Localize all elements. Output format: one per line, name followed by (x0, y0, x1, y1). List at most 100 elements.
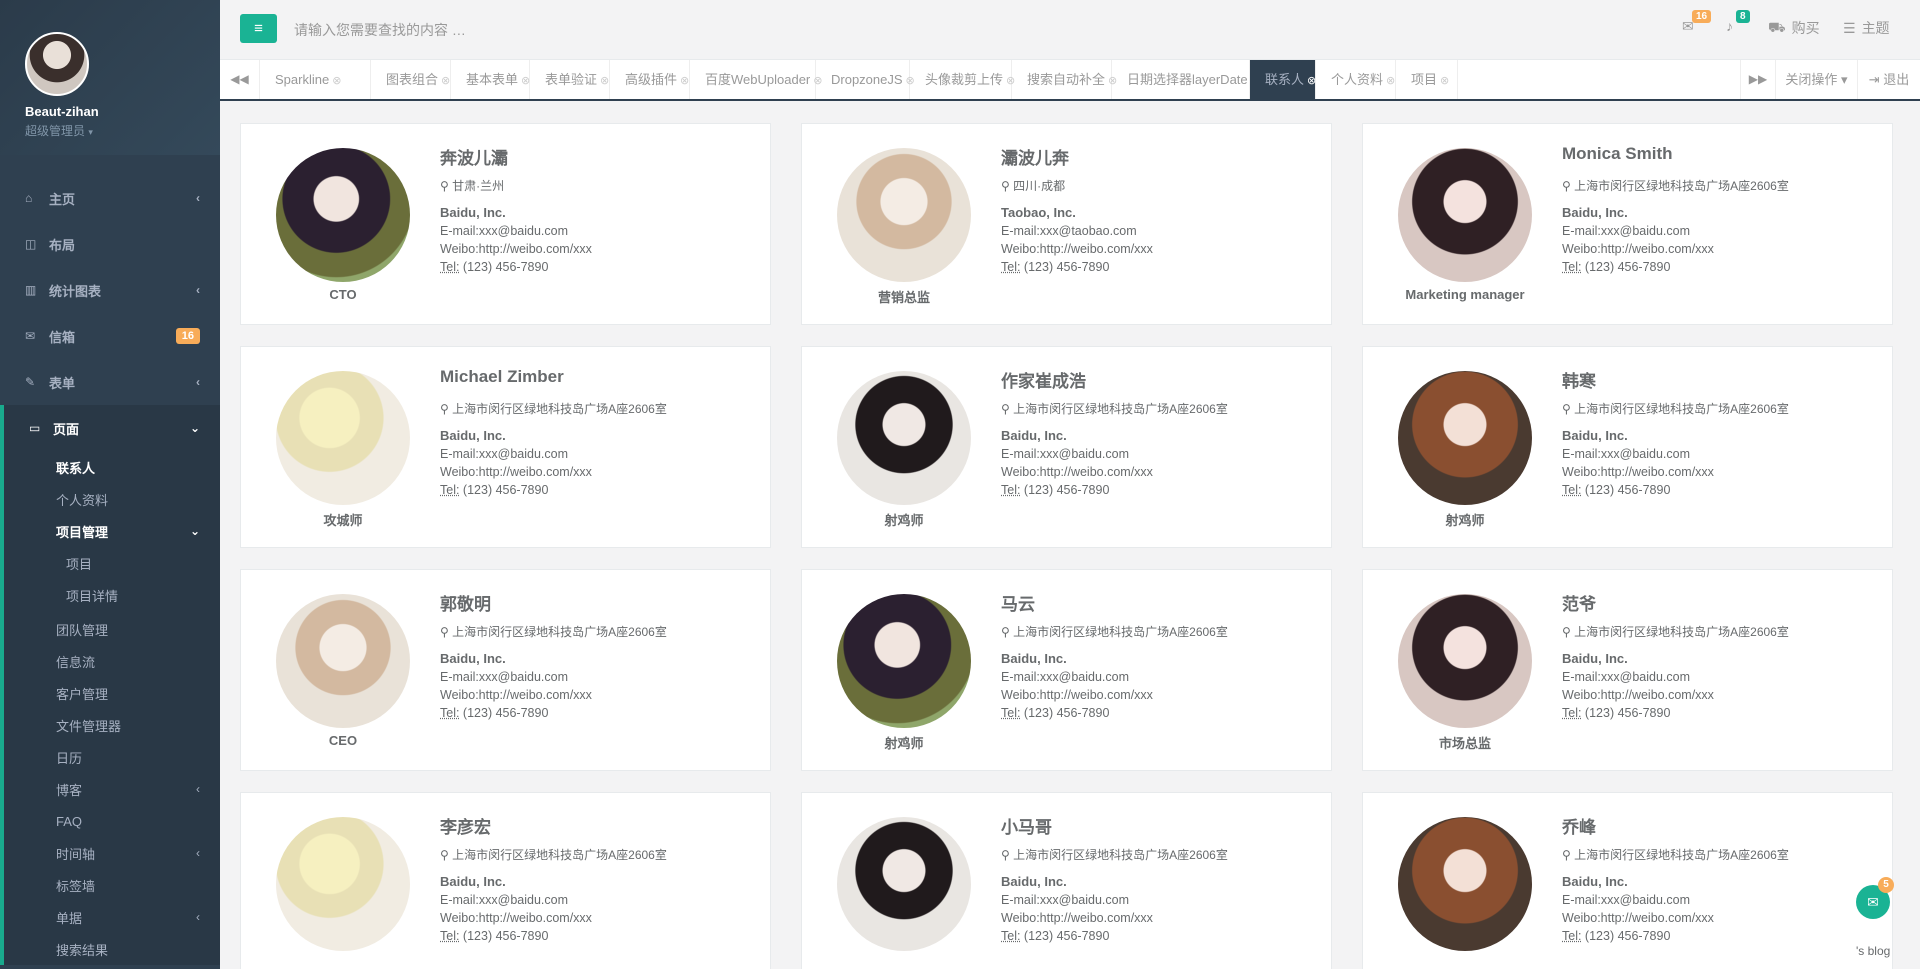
sidebar-item-faq[interactable]: FAQ (4, 805, 220, 837)
tab-label: 图表组合 (386, 72, 439, 87)
sidebar-item-invoice[interactable]: 单据 ‹ (4, 901, 220, 933)
contact-name: Michael Zimber (440, 367, 564, 386)
chevron-left-icon: ‹ (196, 910, 200, 924)
theme-button[interactable]: ☰ 主题 (1843, 18, 1890, 38)
mail-button[interactable]: ✉ 16 (1682, 10, 1712, 35)
contact-card[interactable]: 市场总监 范爷 ⚲ 上海市闵行区绿地科技岛广场A座2606室 Baidu, Inc. E… (1362, 569, 1893, 771)
profile-role-dropdown[interactable]: 超级管理员 ▾ (25, 122, 220, 139)
close-icon[interactable]: ⊗ (332, 75, 341, 87)
contact-card[interactable]: CTO 奔波儿灞 ⚲ 甘肃·兰州 Baidu, Inc. E-mail:xxx@baid… (240, 123, 771, 325)
chat-icon: ✉ (1867, 894, 1879, 910)
tel-label: Tel: (440, 483, 460, 497)
close-operations-dropdown[interactable]: 关闭操作 ▾ (1775, 60, 1857, 99)
contact-card[interactable]: Marketing manager Monica Smith ⚲ 上海市闵行区绿地科… (1362, 123, 1893, 325)
tab-1[interactable]: 图表组合 ⊗ (371, 60, 451, 99)
sidebar-item-label: 单据 (56, 910, 83, 926)
contact-card[interactable]: 李彦宏 ⚲ 上海市闵行区绿地科技岛广场A座2606室 Baidu, Inc. E-ma… (240, 792, 771, 969)
close-icon[interactable]: ⊗ (441, 75, 450, 87)
sidebar-item-tag-wall[interactable]: 标签墙 (4, 869, 220, 901)
close-icon[interactable]: ⊗ (521, 75, 530, 87)
contact-weibo: Weibo:http://weibo.com/xxx (1562, 465, 1714, 479)
contact-role: 射鸡师 (884, 736, 924, 751)
contact-name: 李彦宏 (440, 818, 491, 837)
sidebar-item-project[interactable]: 项目 (4, 547, 220, 579)
sidebar-item-timeline[interactable]: 时间轴 ‹ (4, 837, 220, 869)
sidebar-item-forms[interactable]: ✎ 表单 ‹ (0, 359, 220, 405)
contact-weibo: Weibo:http://weibo.com/xxx (1001, 465, 1153, 479)
sidebar-item-layout[interactable]: ◫ 布局 (0, 221, 220, 267)
sidebar-item-calendar[interactable]: 日历 (4, 741, 220, 773)
page-icon: ▭ (29, 421, 41, 435)
mail-count-badge: 16 (1692, 10, 1712, 23)
sidebar-item-pages[interactable]: ▭ 页面 ⌄ (4, 405, 220, 451)
contact-photo (837, 371, 971, 505)
tab-11[interactable]: 个人资料 ⊗ (1316, 60, 1396, 99)
theme-label: 主题 (1861, 20, 1890, 36)
sidebar-item-charts[interactable]: ▥ 统计图表 ‹ (0, 267, 220, 313)
close-icon[interactable]: ⊗ (1440, 75, 1449, 87)
sidebar-item-label: 布局 (49, 237, 76, 253)
contact-location-text: 上海市闵行区绿地科技岛广场A座2606室 (452, 625, 667, 639)
tel-number: (123) 456-7890 (459, 260, 549, 274)
sidebar-item-blog[interactable]: 博客 ‹ (4, 773, 220, 805)
contact-photo (837, 817, 971, 951)
tab-scroll-left-button[interactable]: ◀◀ (220, 60, 260, 99)
contact-phone: Tel: (123) 456-7890 (440, 260, 548, 274)
contact-weibo: Weibo:http://weibo.com/xxx (440, 242, 592, 256)
close-icon[interactable]: ⊗ (680, 75, 689, 87)
avatar[interactable] (25, 32, 89, 96)
sidebar-item-team[interactable]: 团队管理 (4, 613, 220, 645)
tab-9[interactable]: 日期选择器layerDate⊗ (1112, 60, 1260, 99)
contact-card[interactable]: 攻城师 Michael Zimber ⚲ 上海市闵行区绿地科技岛广场A座2606室 B… (240, 346, 771, 548)
contact-card[interactable]: 射鸡师 作家崔成浩 ⚲ 上海市闵行区绿地科技岛广场A座2606室 Baidu, Inc… (801, 346, 1332, 548)
close-icon[interactable]: ⊗ (1386, 75, 1395, 87)
contact-location-text: 上海市闵行区绿地科技岛广场A座2606室 (1574, 402, 1789, 416)
contact-card[interactable]: 射鸡师 韩寒 ⚲ 上海市闵行区绿地科技岛广场A座2606室 Baidu, Inc. E-… (1362, 346, 1893, 548)
contact-card[interactable]: 乔峰 ⚲ 上海市闵行区绿地科技岛广场A座2606室 Baidu, Inc. E-mai… (1362, 792, 1893, 969)
sidebar-item-feed[interactable]: 信息流 (4, 645, 220, 677)
search-input[interactable]: 请输入您需要查找的内容 … (294, 20, 466, 40)
blog-link[interactable]: 's blog (1856, 944, 1890, 958)
tab-3[interactable]: 表单验证 ⊗ (530, 60, 610, 99)
buy-label: 购买 (1791, 20, 1820, 36)
sidebar-item-files[interactable]: 文件管理器 (4, 709, 220, 741)
contact-card[interactable]: 营销总监 灞波儿奔 ⚲ 四川·成都 Taobao, Inc. E-mail:xxx@ta… (801, 123, 1332, 325)
sidebar-item-mail[interactable]: ✉ 信箱 16 (0, 313, 220, 359)
close-icon[interactable]: ⊗ (600, 75, 609, 87)
tab-8[interactable]: 搜索自动补全 ⊗ (1012, 60, 1117, 99)
chat-count-badge: 5 (1878, 877, 1894, 893)
tab-7[interactable]: 头像裁剪上传 ⊗ (910, 60, 1015, 99)
contact-card[interactable]: CEO 郭敬明 ⚲ 上海市闵行区绿地科技岛广场A座2606室 Baidu, Inc. E… (240, 569, 771, 771)
tab-12[interactable]: 项目 ⊗ (1396, 60, 1458, 99)
sidebar-item-contacts[interactable]: 联系人 (4, 451, 220, 483)
tab-4[interactable]: 高级插件 ⊗ (610, 60, 690, 99)
top-bar: ≡ 请输入您需要查找的内容 … ✉ 16 ♪ 8 ⛟ 购买 ☰ 主题 (220, 0, 1920, 60)
sidebar-item-profile[interactable]: 个人资料 (4, 483, 220, 515)
tab-5[interactable]: 百度WebUploader ⊗ (690, 60, 822, 99)
menu-toggle-button[interactable]: ≡ (240, 14, 277, 43)
tab-0[interactable]: Sparkline ⊗ (260, 60, 371, 99)
contact-email: E-mail:xxx@baidu.com (1562, 447, 1691, 461)
tab-2[interactable]: 基本表单 ⊗ (451, 60, 530, 99)
alerts-button[interactable]: ♪ 8 (1726, 10, 1750, 34)
sidebar-item-project-mgmt[interactable]: 项目管理 ⌄ (4, 515, 220, 547)
sidebar-item-clients[interactable]: 客户管理 (4, 677, 220, 709)
buy-button[interactable]: ⛟ 购买 (1768, 18, 1820, 38)
sidebar-item-home[interactable]: ⌂ 主页 ‹ (0, 175, 220, 221)
contact-card[interactable]: 射鸡师 马云 ⚲ 上海市闵行区绿地科技岛广场A座2606室 Baidu, Inc. E-… (801, 569, 1332, 771)
tab-10[interactable]: 联系人 ⊗ (1250, 60, 1316, 99)
contact-weibo: Weibo:http://weibo.com/xxx (1562, 688, 1714, 702)
sidebar-item-project-detail[interactable]: 项目详情 (4, 579, 220, 611)
logout-button[interactable]: ⇥ 退出 (1857, 60, 1920, 99)
theme-icon: ☰ (1843, 19, 1856, 36)
close-icon[interactable]: ⊗ (1307, 75, 1316, 87)
tel-label: Tel: (1562, 929, 1582, 943)
location-icon: ⚲ (1001, 179, 1010, 193)
contact-name: 小马哥 (1001, 818, 1052, 837)
contact-card[interactable]: 小马哥 ⚲ 上海市闵行区绿地科技岛广场A座2606室 Baidu, Inc. E-ma… (801, 792, 1332, 969)
contact-email: E-mail:xxx@baidu.com (1001, 447, 1130, 461)
tab-scroll-right-button[interactable]: ▶▶ (1740, 60, 1775, 99)
sidebar-item-search-results[interactable]: 搜索结果 (4, 933, 220, 965)
sidebar-item-label: 信箱 (49, 329, 76, 345)
tab-6[interactable]: DropzoneJS ⊗ (816, 60, 915, 99)
